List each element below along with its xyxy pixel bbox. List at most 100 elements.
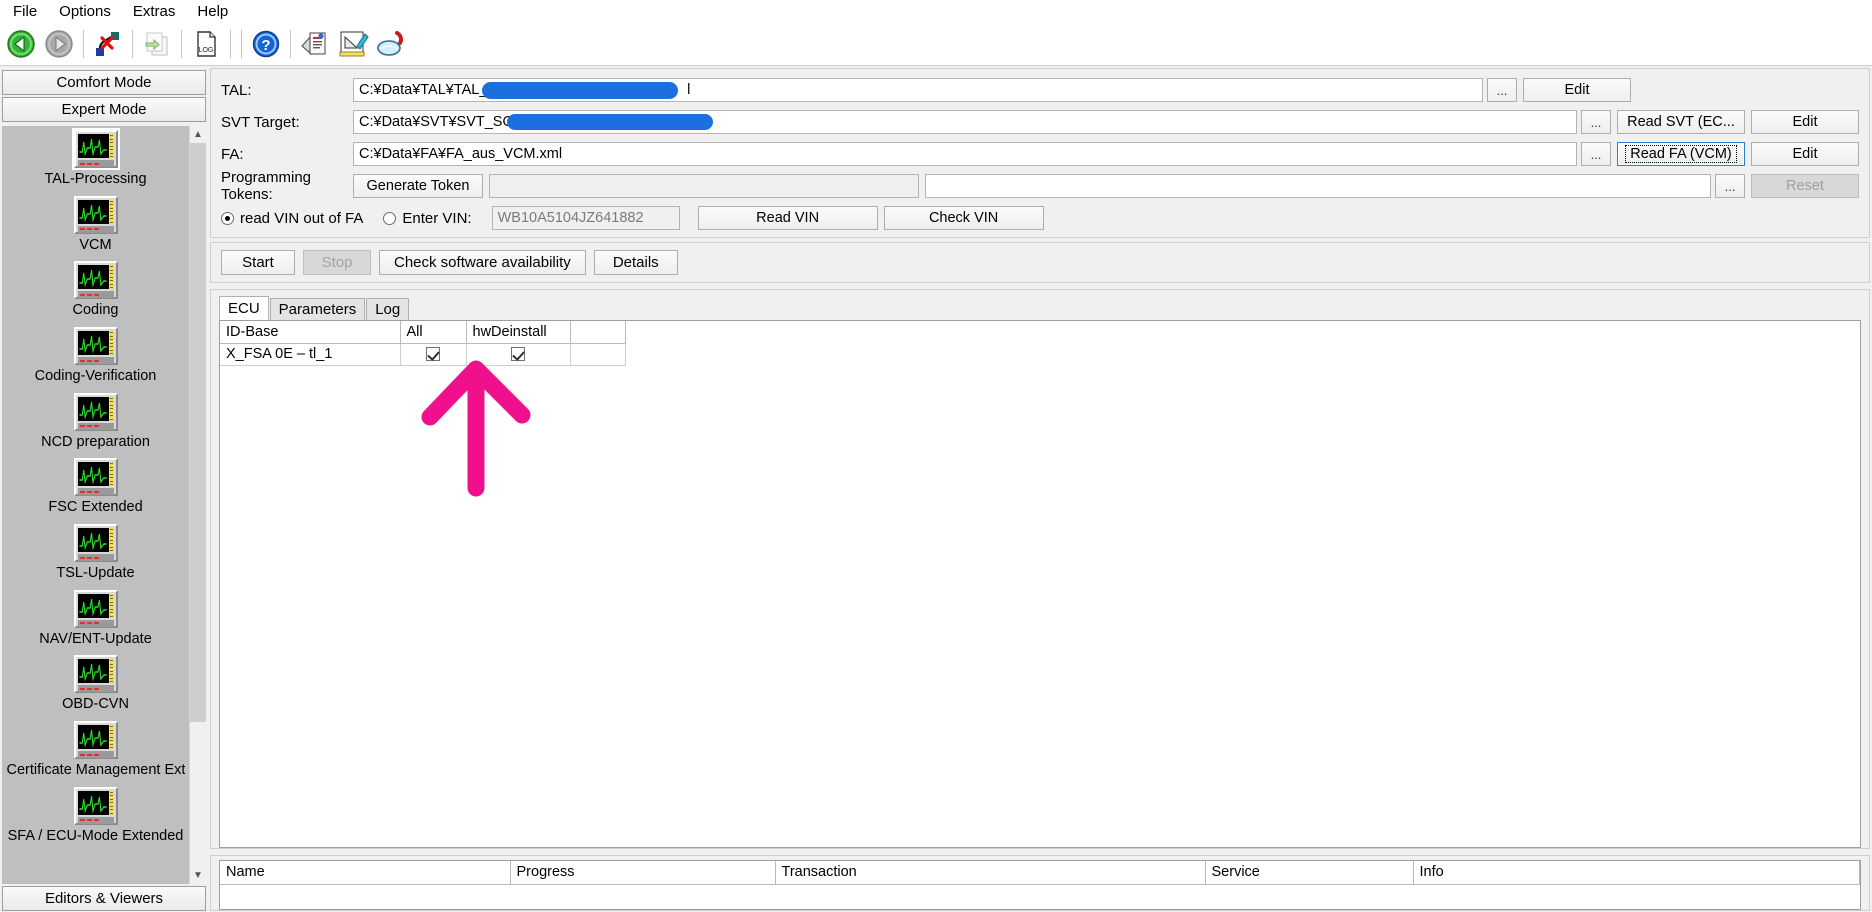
start-button[interactable]: Start — [221, 250, 295, 275]
menu-item-extras[interactable]: Extras — [122, 1, 187, 22]
fa-path-input[interactable]: C:¥Data¥FA¥FA_aus_VCM.xml — [353, 142, 1577, 166]
column-header-id-base[interactable]: ID-Base — [220, 321, 400, 343]
tal-edit-button[interactable]: Edit — [1523, 78, 1631, 102]
column-header-all[interactable]: All — [400, 321, 466, 343]
column-header-progress[interactable]: Progress — [510, 861, 775, 884]
read-vin-out-of-fa-radio[interactable]: read VIN out of FA — [221, 210, 383, 227]
column-header-name[interactable]: Name — [220, 861, 510, 884]
menu-item-help[interactable]: Help — [186, 1, 239, 22]
column-header-service[interactable]: Service — [1205, 861, 1413, 884]
documents-stack-icon[interactable] — [296, 25, 334, 63]
sidebar-item-ncd-preparation[interactable]: NCD preparation — [2, 393, 189, 451]
check-vin-button[interactable]: Check VIN — [884, 206, 1044, 230]
checkbox-hw-deinstall-icon[interactable] — [511, 347, 525, 361]
magnifier-icon[interactable] — [372, 25, 410, 63]
sidebar-item-vcm[interactable]: VCM — [2, 196, 189, 254]
token-path-input[interactable] — [925, 174, 1711, 198]
sidebar-item-label: Certificate Management Ext... — [7, 762, 185, 779]
column-header-hw-deinstall[interactable]: hwDeinstall — [466, 321, 570, 343]
progress-grid: Name Progress Transaction Service Info — [220, 861, 1860, 885]
oscilloscope-icon — [74, 524, 118, 562]
tal-browse-button[interactable]: ... — [1487, 78, 1517, 102]
svg-text:?: ? — [261, 37, 270, 54]
comfort-mode-button[interactable]: Comfort Mode — [2, 70, 206, 95]
token-browse-button[interactable]: ... — [1715, 174, 1745, 198]
programming-tokens-label: Programming Tokens: — [221, 169, 353, 203]
sidebar-item-label: Coding-Verification — [35, 368, 157, 385]
sidebar-item-coding-verification[interactable]: Coding-Verification — [2, 327, 189, 385]
read-svt-ecu-button[interactable]: Read SVT (EC... — [1617, 110, 1745, 134]
fa-browse-button[interactable]: ... — [1581, 142, 1611, 166]
details-button[interactable]: Details — [594, 250, 678, 275]
sidebar-icon-list[interactable]: TAL-Processing VCM Coding Coding-Verificati… — [2, 126, 189, 884]
scrollbar-thumb[interactable] — [190, 143, 206, 722]
radio-indicator-icon — [221, 212, 234, 225]
menu-item-options[interactable]: Options — [48, 1, 122, 22]
oscilloscope-icon — [74, 458, 118, 496]
sidebar-item-label: FSC Extended — [48, 499, 142, 516]
back-arrow-icon[interactable] — [2, 25, 40, 63]
oscilloscope-icon — [74, 393, 118, 431]
tab-strip: ECU Parameters Log — [219, 296, 1861, 320]
tab-ecu[interactable]: ECU — [219, 296, 269, 320]
table-row[interactable]: X_FSA 0E – tl_1 — [220, 343, 625, 365]
cell-hw-deinstall-checkbox[interactable] — [466, 343, 570, 365]
cell-all-checkbox[interactable] — [400, 343, 466, 365]
ecu-grid: ID-Base All hwDeinstall X_FSA 0E – tl_1 — [220, 321, 626, 366]
menu-bar: File Options Extras Help — [0, 0, 1872, 22]
column-header-info[interactable]: Info — [1413, 861, 1860, 884]
sidebar-item-tal-processing[interactable]: TAL-Processing — [2, 130, 189, 188]
tal-label: TAL: — [221, 82, 353, 99]
toolbar-separator — [230, 30, 231, 58]
progress-table[interactable]: Name Progress Transaction Service Info — [219, 860, 1861, 910]
tab-parameters[interactable]: Parameters — [270, 298, 366, 320]
scroll-down-icon[interactable]: ▼ — [190, 867, 206, 884]
log-file-icon[interactable]: LOG — [187, 25, 225, 63]
sidebar-item-label: NCD preparation — [41, 434, 150, 451]
abort-process-icon[interactable] — [89, 25, 127, 63]
tal-path-value: C:¥Data¥TAL¥TAL_K — [359, 82, 497, 98]
scroll-up-icon[interactable]: ▲ — [190, 126, 206, 143]
fa-edit-button[interactable]: Edit — [1751, 142, 1859, 166]
tal-path-input[interactable]: C:¥Data¥TAL¥TAL_K l — [353, 78, 1483, 102]
fa-label: FA: — [221, 146, 353, 163]
vin-input[interactable]: WB10A5104JZ641882 — [492, 206, 680, 230]
sidebar-item-certificate-management-ext[interactable]: Certificate Management Ext... — [2, 721, 189, 779]
enter-vin-radio[interactable]: Enter VIN: — [383, 210, 491, 227]
sidebar-item-obd-cvn[interactable]: OBD-CVN — [2, 655, 189, 713]
fa-row: FA: C:¥Data¥FA¥FA_aus_VCM.xml ... Read F… — [221, 141, 1859, 167]
svg-text:LOG: LOG — [199, 47, 214, 54]
svt-target-browse-button[interactable]: ... — [1581, 110, 1611, 134]
menu-item-file[interactable]: File — [2, 1, 48, 22]
sidebar: Comfort Mode Expert Mode TAL-Processing V… — [0, 66, 208, 911]
sidebar-scrollbar[interactable]: ▲ ▼ — [189, 126, 206, 884]
expert-mode-button[interactable]: Expert Mode — [2, 97, 206, 122]
edit-drawing-icon[interactable] — [334, 25, 372, 63]
read-fa-vcm-button[interactable]: Read FA (VCM) — [1617, 142, 1745, 166]
window-body: Comfort Mode Expert Mode TAL-Processing V… — [0, 66, 1872, 911]
ecu-table[interactable]: ID-Base All hwDeinstall X_FSA 0E – tl_1 — [219, 320, 1861, 848]
sidebar-item-label: VCM — [79, 237, 111, 254]
svt-target-edit-button[interactable]: Edit — [1751, 110, 1859, 134]
sidebar-item-fsc-extended[interactable]: FSC Extended — [2, 458, 189, 516]
read-vin-button[interactable]: Read VIN — [698, 206, 878, 230]
checkbox-all-icon[interactable] — [426, 347, 440, 361]
svt-target-path-input[interactable]: C:¥Data¥SVT¥SVT_SOLL_ — [353, 110, 1577, 134]
generate-token-button[interactable]: Generate Token — [353, 174, 483, 198]
toolbar-separator — [132, 30, 133, 58]
check-software-availability-button[interactable]: Check software availability — [379, 250, 586, 275]
help-question-icon[interactable]: ? — [247, 25, 285, 63]
redaction-bar — [507, 114, 713, 130]
cell-spacer — [570, 343, 625, 365]
column-header-transaction[interactable]: Transaction — [775, 861, 1205, 884]
sidebar-item-coding[interactable]: Coding — [2, 261, 189, 319]
read-fa-vcm-label: Read FA (VCM) — [1625, 145, 1737, 163]
sidebar-item-sfa-ecu-mode-extended[interactable]: SFA / ECU-Mode Extended — [2, 787, 189, 845]
sidebar-item-tsl-update[interactable]: TSL-Update — [2, 524, 189, 582]
tal-path-value-tail: l — [687, 82, 690, 98]
tab-log[interactable]: Log — [366, 298, 409, 320]
editors-and-viewers-button[interactable]: Editors & Viewers — [2, 886, 206, 911]
sidebar-item-nav-ent-update[interactable]: NAV/ENT-Update — [2, 590, 189, 648]
scrollbar-track[interactable] — [190, 143, 206, 867]
oscilloscope-icon — [74, 130, 118, 168]
